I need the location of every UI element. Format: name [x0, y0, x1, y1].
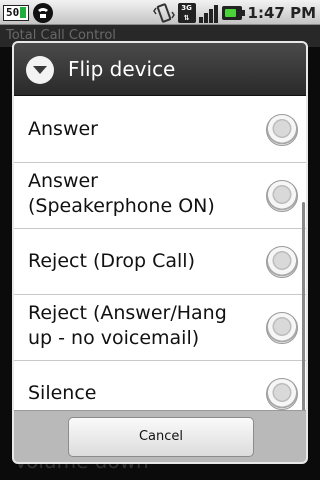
- option-reject-drop[interactable]: Reject (Drop Call): [14, 229, 306, 295]
- signal-icon: [198, 3, 219, 23]
- radio-button[interactable]: [266, 180, 298, 212]
- vibrate-icon: [152, 2, 175, 23]
- dialog-header: Flip device: [14, 43, 306, 96]
- network-3g-icon: 3G ⇅: [177, 2, 196, 23]
- option-answer[interactable]: Answer: [14, 97, 306, 163]
- options-list[interactable]: Answer Answer (Speakerphone ON) Reject (…: [14, 97, 306, 410]
- radio-button[interactable]: [266, 246, 298, 278]
- radio-button[interactable]: [266, 312, 298, 344]
- status-bar: 50 3G ⇅ 1:47 PM: [0, 0, 320, 25]
- battery-icon: [221, 5, 245, 20]
- option-silence[interactable]: Silence: [14, 361, 306, 410]
- clock: 1:47 PM: [247, 3, 316, 22]
- option-label: Answer: [28, 118, 98, 140]
- phone-icon: [33, 2, 54, 23]
- dialog-title: Flip device: [68, 57, 176, 81]
- radio-button[interactable]: [266, 378, 298, 410]
- scrollbar[interactable]: [302, 202, 305, 410]
- chevron-down-icon: [26, 56, 54, 84]
- option-label: Answer (Speakerphone ON): [28, 170, 215, 217]
- cancel-button[interactable]: Cancel: [68, 417, 254, 457]
- option-label: Reject (Drop Call): [28, 250, 195, 272]
- option-answer-speakerphone[interactable]: Answer (Speakerphone ON): [14, 163, 306, 229]
- option-label: Reject (Answer/Hang up - no voicemail): [28, 302, 227, 349]
- dialog-footer: Cancel: [14, 410, 306, 462]
- notification-badge: 50: [3, 4, 30, 21]
- flip-device-dialog: Flip device Answer Answer (Speakerphone …: [12, 41, 308, 464]
- option-label: Silence: [28, 382, 97, 404]
- radio-button[interactable]: [266, 114, 298, 146]
- option-reject-hangup[interactable]: Reject (Answer/Hang up - no voicemail): [14, 295, 306, 361]
